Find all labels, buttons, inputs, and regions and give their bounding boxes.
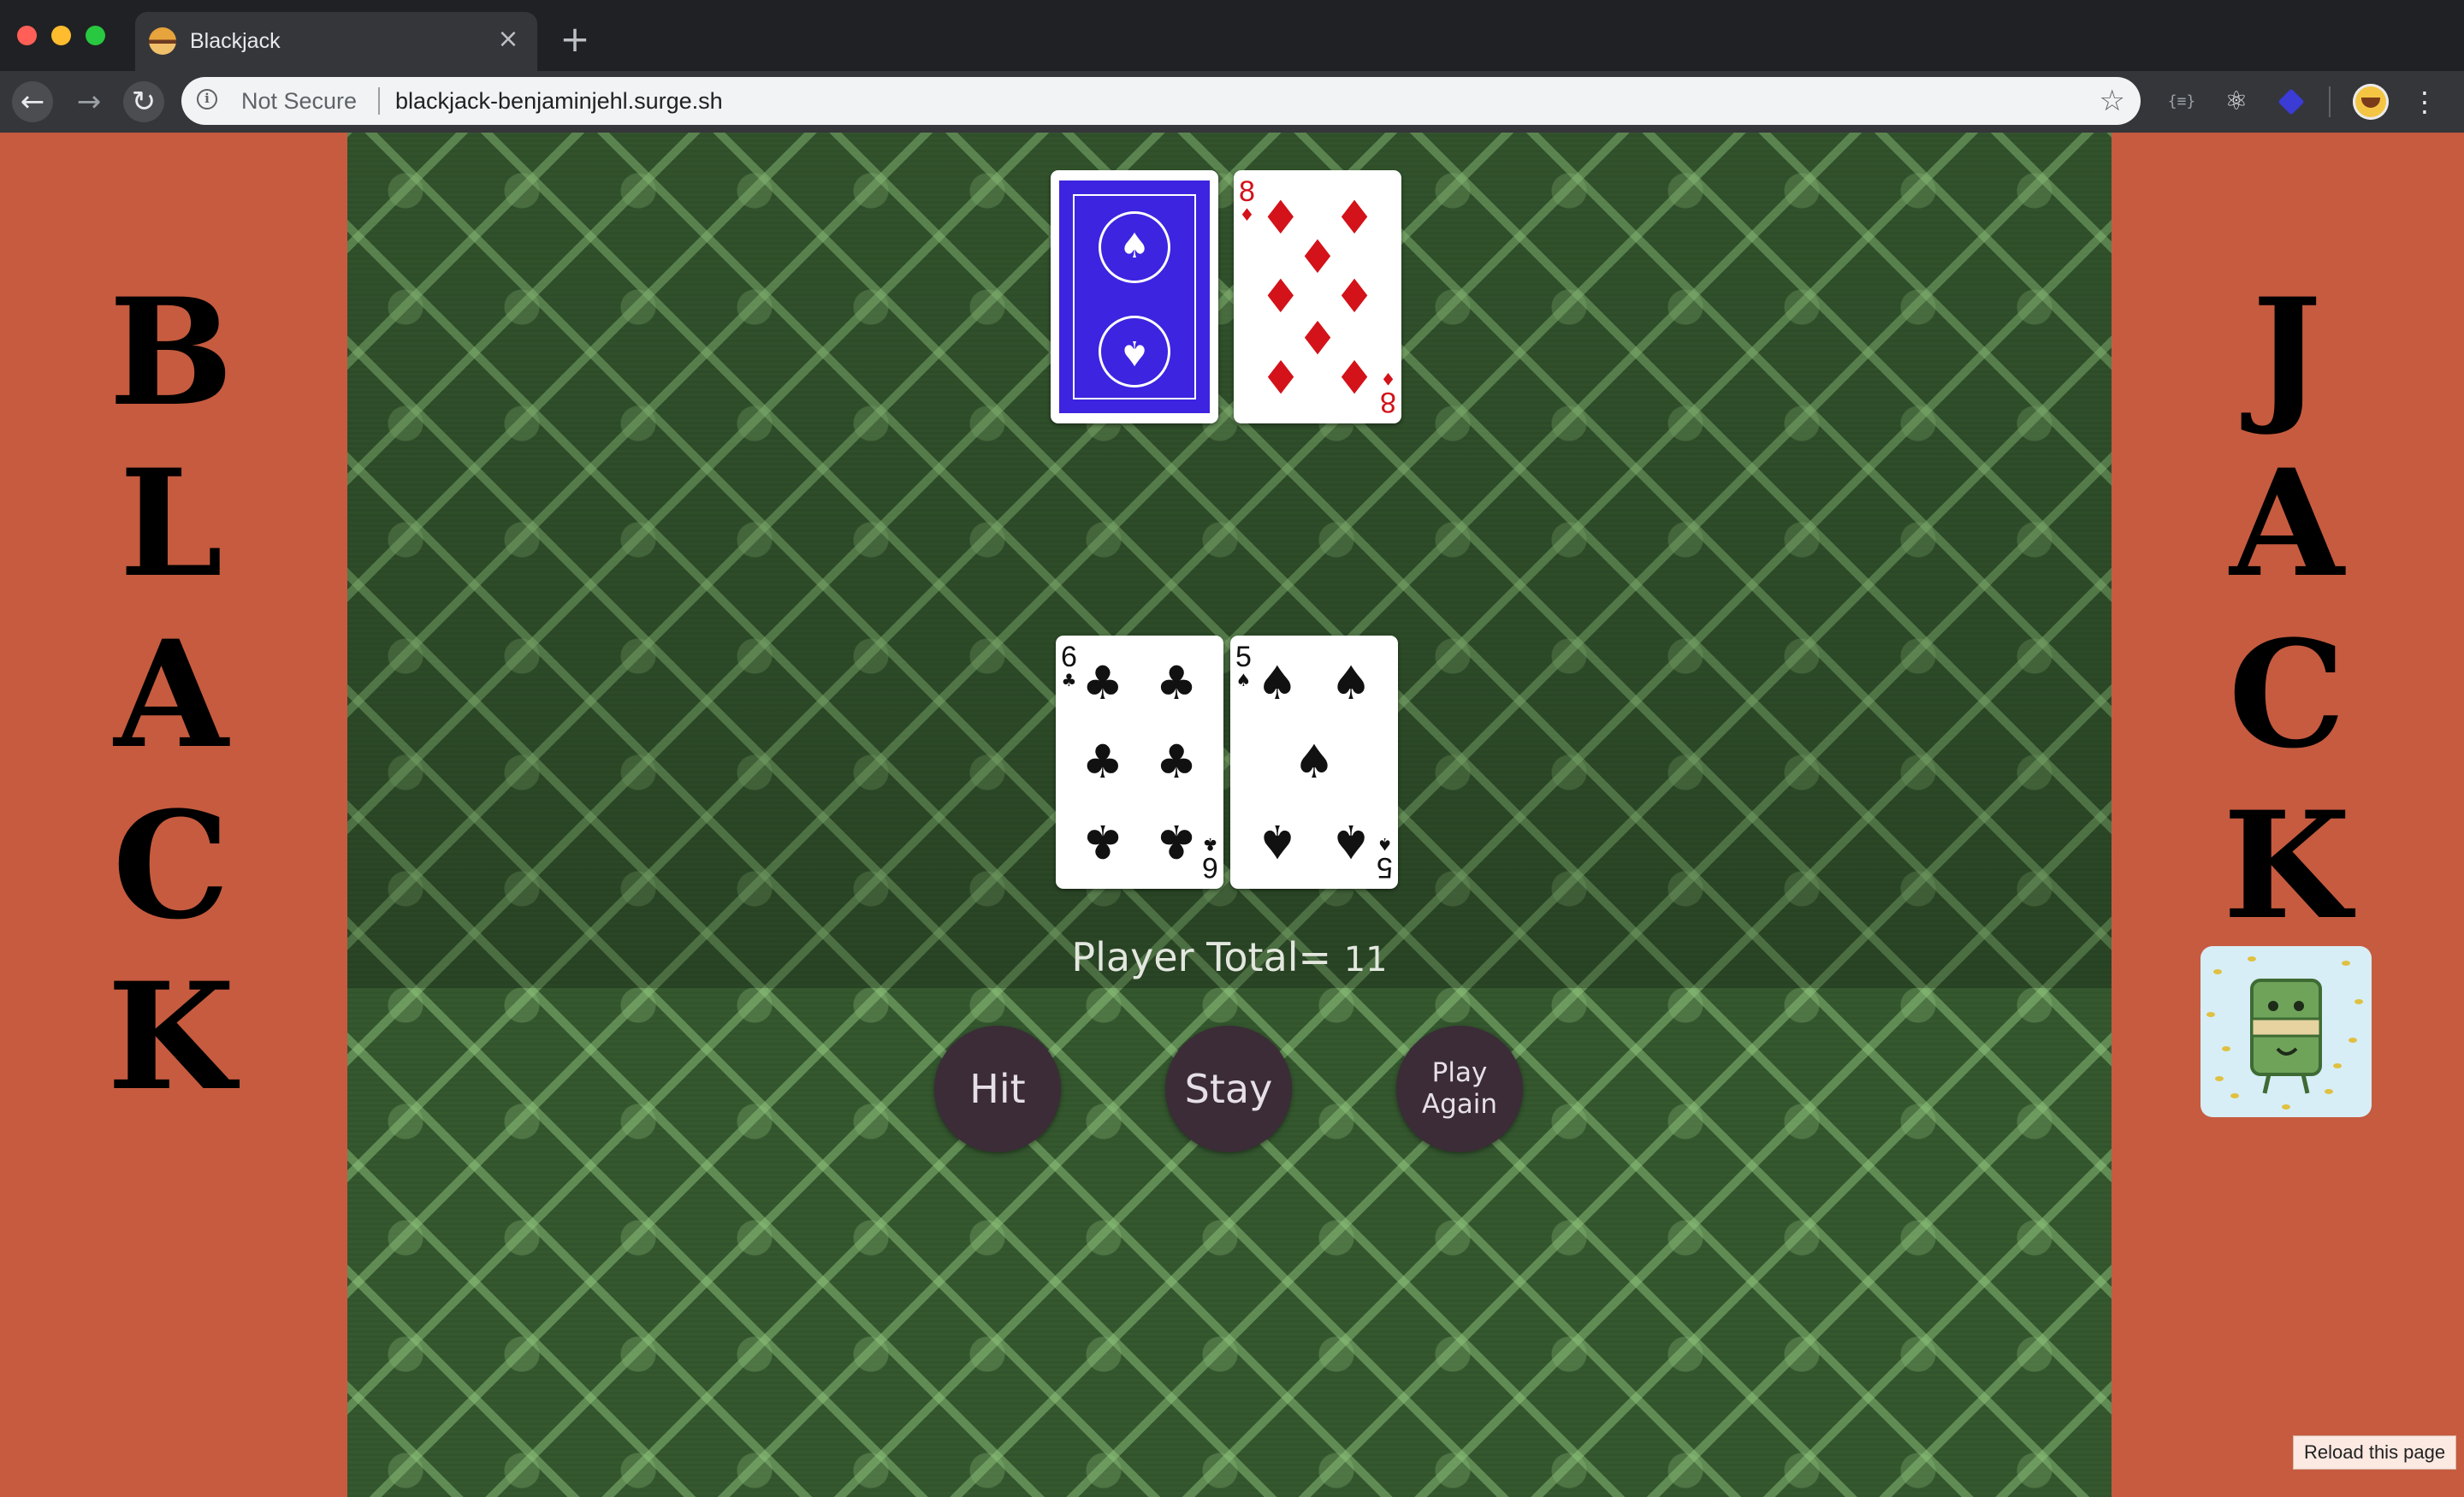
card-rank: 6 [1061,641,1077,673]
suit-pip-icon: ♣ [1081,656,1124,711]
card-rank: 5 [1377,851,1393,884]
extension-diamond-icon[interactable] [2276,86,2307,117]
security-status[interactable]: Not Secure [241,89,357,113]
dealer-card: 8 ♦ 8 ♦ ♦ ♦ ♦ ♦ ♦ ♦ ♦ ♦ [1234,170,1401,423]
card-rank: 5 [1235,641,1252,673]
suit-pip-icon: ♣ [1155,656,1198,711]
close-tab-icon[interactable]: × [491,22,525,56]
page-content: B L A C K ♠ ♠ 8 ♦ 8 ♦ ♦ ♦ ♦ ♦ ♦ ♦ ♦ ♦ 6 ♣ 6 ♣ ♣ ♣ ♣ ♣ ♣ ♣ 5 ♠… [0,133,2464,1497]
title-letter: B [109,265,234,439]
title-letter: J [2252,265,2322,439]
suit-pip-icon: ♠ [1330,814,1372,868]
title-letter: C [112,778,230,952]
suit-pip-icon: ♣ [1081,814,1124,868]
reload-button[interactable]: ↻ [123,81,164,122]
hit-button[interactable]: Hit [934,1026,1061,1152]
title-letter: A [114,607,228,781]
maximize-window-button[interactable] [86,26,105,45]
player-total-value: 11 [1343,940,1388,979]
bookmark-star-icon[interactable]: ☆ [2100,84,2125,118]
tab-title: Blackjack [190,29,281,53]
url-text[interactable]: blackjack-benjaminjehl.surge.sh [395,89,723,113]
money-stack-icon [2206,956,2363,1109]
player-card: 6 ♣ 6 ♣ ♣ ♣ ♣ ♣ ♣ ♣ [1056,636,1223,889]
spade-seal-icon: ♠ [1099,211,1170,283]
suit-icon: ♦ [1380,369,1396,389]
stay-button[interactable]: Stay [1165,1026,1292,1152]
suit-icon: ♣ [1202,834,1218,855]
suit-pip-icon: ♦ [1259,348,1302,403]
info-icon[interactable]: i [197,89,217,109]
game-table: ♠ ♠ 8 ♦ 8 ♦ ♦ ♦ ♦ ♦ ♦ ♦ ♦ ♦ 6 ♣ 6 ♣ ♣ ♣ ♣ ♣ ♣ ♣ 5 ♠ 5 ♠ ♠ ♠ ♠ ♠ ♠ Pl… [347,133,2112,1497]
minimize-window-button[interactable] [51,26,71,45]
card-corner-index: 6 ♣ [1061,642,1077,689]
address-bar[interactable]: i Not Secure blackjack-benjaminjehl.surg… [181,77,2141,125]
suit-icon: ♣ [1061,670,1077,690]
left-side-panel: B L A C K [0,133,347,1497]
title-letter: A [2230,436,2344,610]
suit-pip-icon: ♠ [1330,656,1372,711]
suit-icon: ♠ [1235,670,1252,690]
card-corner-index: 5 ♠ [1235,642,1252,689]
card-rank: 8 [1239,175,1255,208]
suit-pip-icon: ♠ [1293,735,1336,789]
title-letter: C [2228,607,2346,781]
card-rank: 6 [1202,851,1218,884]
card-corner-index: 5 ♠ [1377,834,1393,884]
browser-menu-icon[interactable]: ⋮ [2409,83,2440,121]
toolbar-divider [2329,86,2331,117]
browser-toolbar: ← → ↻ i Not Secure blackjack-benjaminjeh… [0,71,2464,133]
suit-pip-icon: ♣ [1155,814,1198,868]
play-again-label: Play Again [1421,1057,1498,1120]
play-again-button[interactable]: Play Again [1396,1026,1523,1152]
suit-pip-icon: ♠ [1256,656,1299,711]
burger-favicon-icon [149,27,176,55]
suit-pip-icon: ♠ [1256,814,1299,868]
spade-seal-icon: ♠ [1099,316,1170,388]
suit-pip-icon: ♣ [1155,735,1198,789]
suit-pip-icon: ♦ [1333,348,1376,403]
new-tab-button[interactable]: + [554,19,595,60]
money-mascot-image [2200,946,2372,1117]
dealer-card-face-down: ♠ ♠ [1051,170,1218,423]
title-letter: L [119,436,223,610]
right-side-panel: J A C K [2112,133,2464,1497]
player-total-label: Player Total= [1071,934,1344,980]
table-shade [347,133,2112,988]
url-divider [378,87,380,115]
card-corner-index: 6 ♣ [1202,834,1218,884]
player-total: Player Total= 11 [347,932,2112,985]
title-letter: K [2223,778,2351,952]
title-letter: K [107,950,235,1123]
browser-title-bar: Blackjack × + [0,0,2464,71]
card-back-icon: ♠ ♠ [1059,180,1210,413]
suit-icon: ♦ [1239,204,1255,225]
react-devtools-icon[interactable]: ⚛ [2221,86,2252,117]
suit-icon: ♠ [1377,834,1393,855]
profile-avatar-icon[interactable] [2353,84,2389,120]
suit-pip-icon: ♣ [1081,735,1124,789]
player-card: 5 ♠ 5 ♠ ♠ ♠ ♠ ♠ ♠ [1230,636,1398,889]
reload-tooltip: Reload this page [2293,1435,2457,1470]
back-button[interactable]: ← [12,81,53,122]
json-extension-icon[interactable]: {≡} [2166,86,2197,117]
browser-tab-active[interactable]: Blackjack × [135,12,537,71]
card-corner-index: 8 ♦ [1380,369,1396,418]
card-corner-index: 8 ♦ [1239,177,1255,223]
forward-button[interactable]: → [68,81,110,122]
close-window-button[interactable] [17,26,37,45]
card-rank: 8 [1380,386,1396,418]
